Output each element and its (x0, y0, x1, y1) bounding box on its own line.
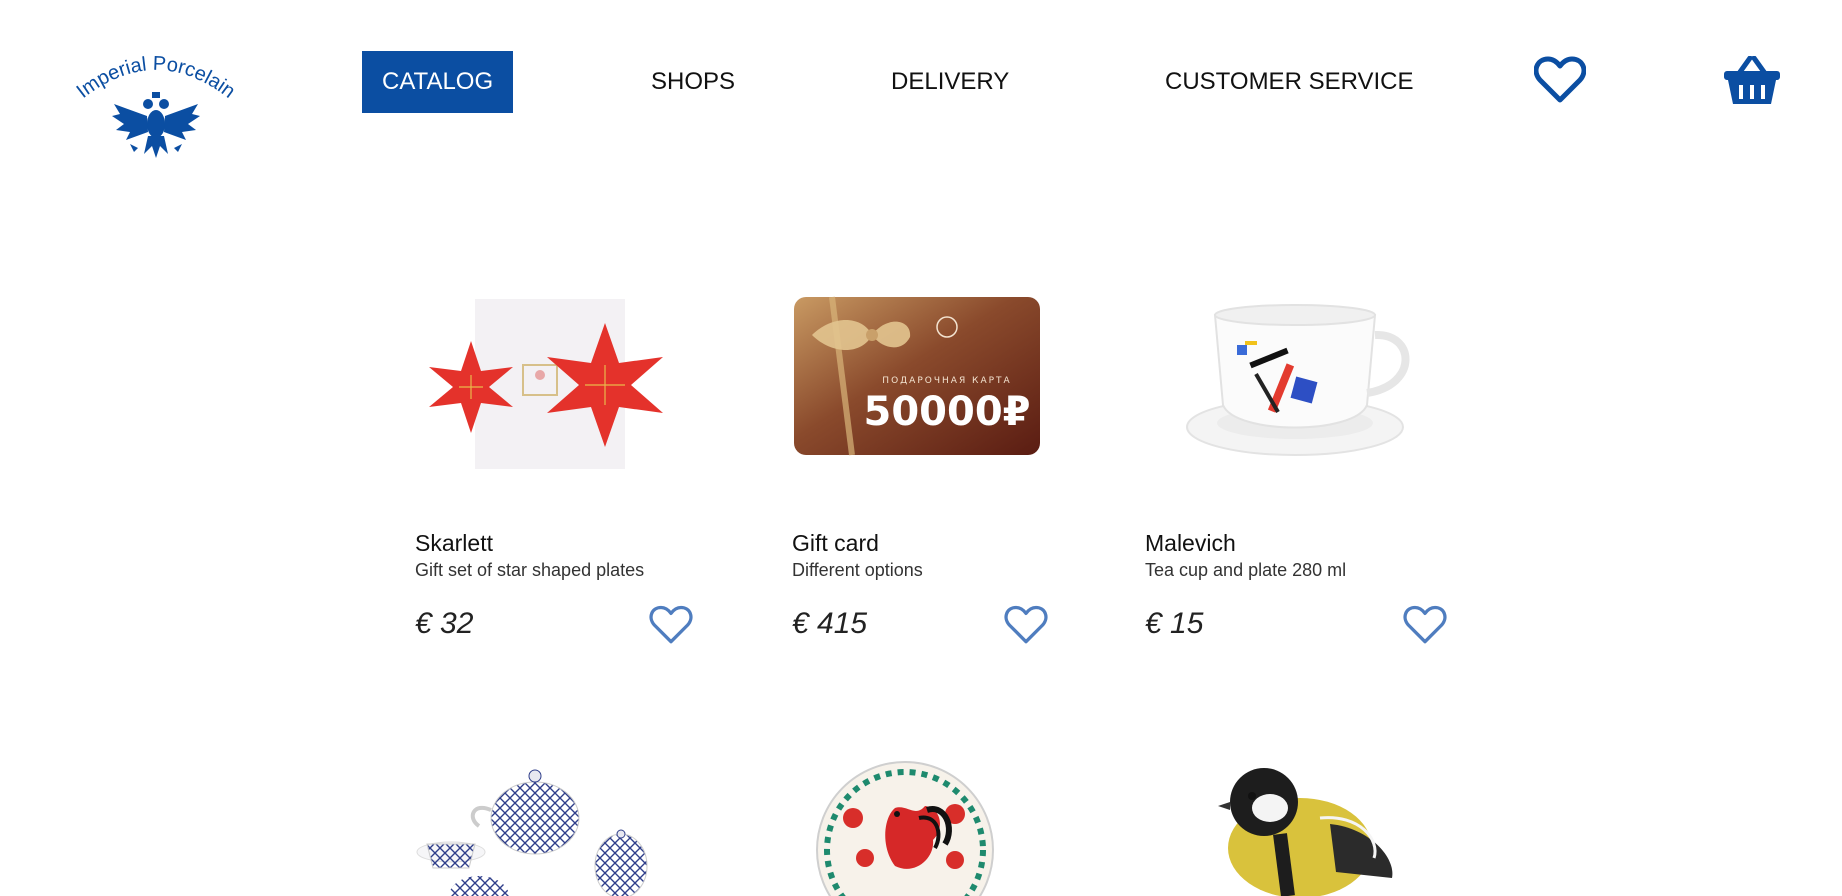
product-image-gift-card[interactable]: ПОДАРОЧНАЯ КАРТА 50000₽ (792, 275, 1132, 505)
product-price: € 32 (415, 607, 474, 640)
gift-card-amount: 50000₽ (864, 389, 1031, 435)
nav-shops[interactable]: SHOPS (651, 51, 735, 113)
product-image-rooster-plate[interactable] (795, 748, 1015, 896)
product-name[interactable]: Malevich (1145, 530, 1236, 557)
product-description: Gift set of star shaped plates (415, 560, 645, 580)
basket-icon[interactable] (1722, 55, 1782, 106)
brand-logo[interactable]: Imperial Porcelain (64, 44, 248, 162)
site-header: Imperial Porcelain CATALOG SHOPS DELIVER… (0, 0, 1842, 180)
eagle-emblem (112, 92, 200, 158)
heart-icon[interactable] (1004, 605, 1048, 645)
product-image-cobalt-net-tea-set[interactable] (415, 748, 685, 896)
nav-customer-service[interactable]: CUSTOMER SERVICE (1165, 51, 1414, 113)
product-description: Tea cup and plate 280 ml (1145, 560, 1347, 580)
product-price: € 415 (792, 607, 868, 640)
nav-delivery[interactable]: DELIVERY (891, 51, 1009, 113)
heart-icon[interactable] (1533, 56, 1587, 104)
product-image-titmouse-figurine[interactable] (1160, 748, 1420, 896)
product-image-red-star-plates[interactable] (415, 275, 755, 505)
nav-catalog[interactable]: CATALOG (362, 51, 514, 113)
heart-icon[interactable] (1403, 605, 1447, 645)
product-description: Different options (792, 560, 923, 580)
heart-icon[interactable] (649, 605, 693, 645)
product-price: € 15 (1145, 607, 1204, 640)
product-image-suprematist-tea-cup[interactable] (1145, 275, 1485, 505)
product-name[interactable]: Gift card (792, 530, 879, 557)
product-name[interactable]: Skarlett (415, 530, 493, 557)
gift-card-title: ПОДАРОЧНАЯ КАРТА (882, 376, 1011, 386)
